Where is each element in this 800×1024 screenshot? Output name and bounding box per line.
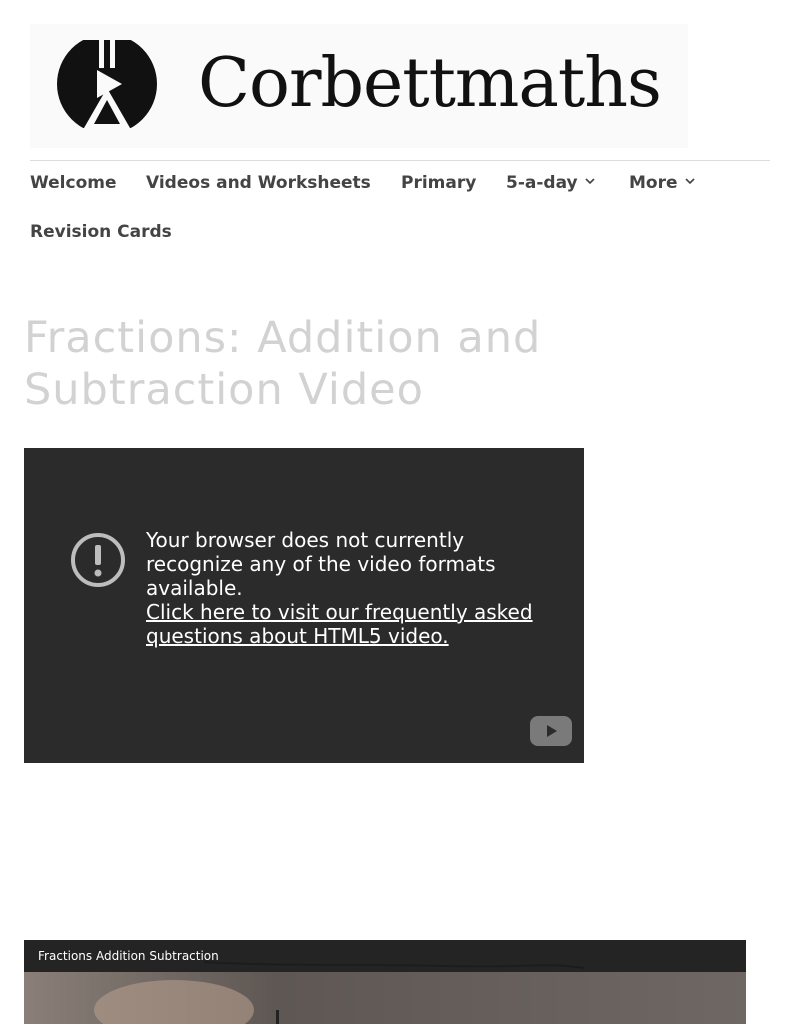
video-error-text: Your browser does not currently recogniz…: [146, 528, 496, 600]
nav-item-label: Primary: [401, 173, 477, 193]
chevron-down-icon: [684, 178, 695, 185]
nav-item-label: Videos and Worksheets: [146, 173, 371, 193]
video-embed[interactable]: Fractions Addition Subtraction: [24, 940, 746, 1024]
video-player[interactable]: Your browser does not currently recogniz…: [24, 448, 584, 763]
nav-item-label: Welcome: [30, 173, 117, 193]
exclamation-circle-icon: [71, 533, 125, 587]
video-error-message: Your browser does not currently recogniz…: [146, 528, 546, 648]
nav-divider: [30, 160, 770, 161]
nav-item-videos-and-worksheets[interactable]: Videos and Worksheets: [146, 172, 371, 194]
site-logo-text: Corbettmaths: [198, 44, 662, 123]
html5-faq-link[interactable]: Click here to visit our frequently asked…: [146, 600, 546, 648]
video-title[interactable]: Fractions Addition Subtraction: [38, 948, 219, 964]
nav-item-5-a-day[interactable]: 5-a-day: [506, 172, 596, 194]
nav-item-label: Revision Cards: [30, 222, 172, 242]
nav-item-welcome[interactable]: Welcome: [30, 172, 117, 194]
chevron-down-icon: [585, 178, 595, 185]
video-title-bar: Fractions Addition Subtraction: [24, 940, 746, 972]
nav-item-label: More: [629, 173, 678, 193]
nav-item-label: 5-a-day: [506, 173, 578, 193]
page: Corbettmaths Welcome Videos and Workshee…: [0, 0, 800, 1024]
nav-item-more[interactable]: More: [629, 172, 696, 194]
page-title: Fractions: Addition and Subtraction Vide…: [24, 313, 542, 415]
site-logo[interactable]: Corbettmaths: [30, 24, 688, 148]
nav-item-revision-cards[interactable]: Revision Cards: [30, 221, 172, 243]
nav-item-primary[interactable]: Primary: [401, 172, 476, 194]
logo-mark-icon: [57, 40, 157, 128]
youtube-icon[interactable]: [530, 716, 572, 746]
